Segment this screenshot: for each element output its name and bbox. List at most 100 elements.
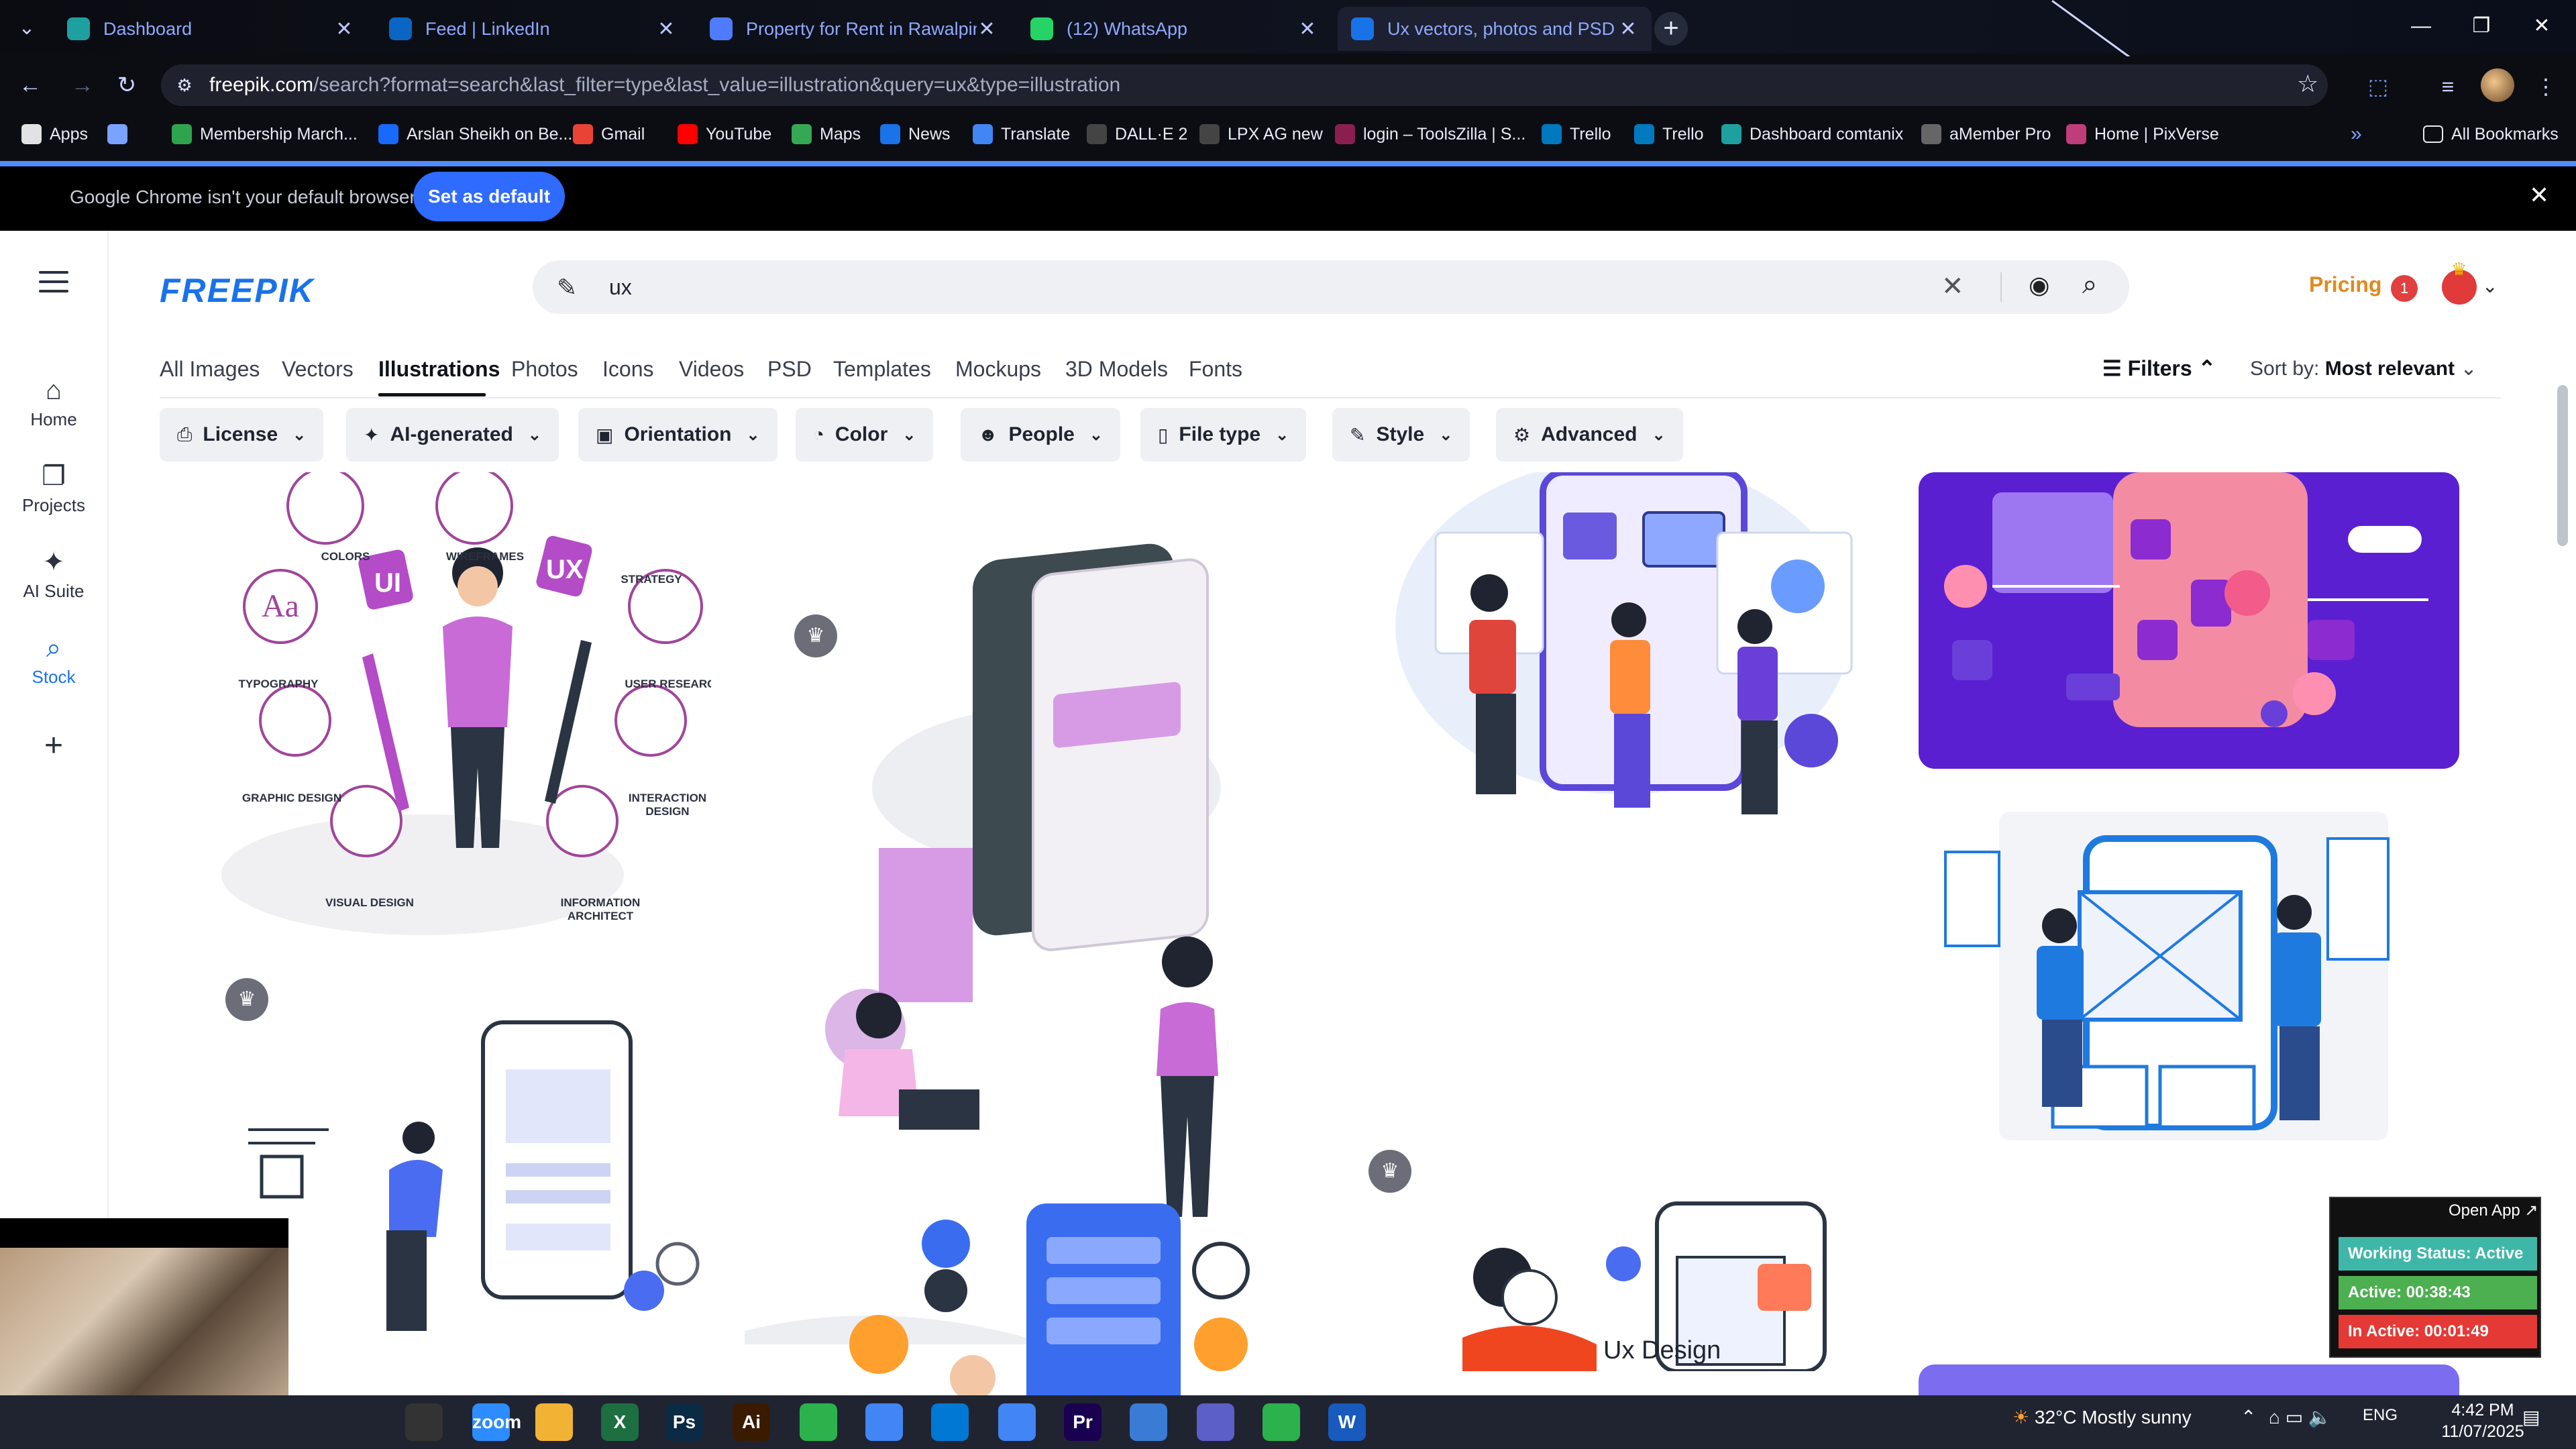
result-image-partial[interactable] [1919,1364,2459,1395]
app-diamond-icon[interactable] [1130,1403,1167,1441]
rail-projects[interactable]: ❐ Projects [0,458,107,516]
bookmark-home-pixverse[interactable]: Home | PixVerse [2066,119,2219,149]
folder-icon[interactable] [535,1403,573,1441]
tab-whatsapp[interactable]: (12) WhatsApp ✕ [1017,7,1331,51]
chrome-menu-icon[interactable]: ⋮ [2529,70,2563,103]
new-tab-button[interactable]: + [1654,12,1688,46]
restore-icon[interactable]: ❐ [2451,9,2512,43]
forward-icon[interactable]: → [66,68,99,102]
tab-videos[interactable]: Videos [679,357,744,382]
bookmark-translate[interactable]: Translate [973,119,1070,149]
close-tab-icon[interactable]: ✕ [1297,17,1318,41]
tray-chevron-icon[interactable]: ⌃ [2241,1406,2256,1428]
filter-advanced[interactable]: ⚙ Advanced ⌄ [1496,408,1683,462]
tab-3d-models[interactable]: 3D Models [1065,357,1168,382]
close-tab-icon[interactable]: ✕ [977,17,997,41]
photoshop-icon[interactable]: Ps [665,1403,703,1441]
bookmark-membership-march[interactable]: Membership March... [172,119,358,149]
language-indicator[interactable]: ENG [2363,1406,2398,1425]
weather-widget[interactable]: ☀ 32°C Mostly sunny [2012,1406,2192,1428]
phone-icon[interactable] [1263,1403,1300,1441]
bookmark-maps[interactable]: Maps [792,119,861,149]
bookmark-dashboard-comtanix[interactable]: Dashboard comtanix [1721,119,1903,149]
premiere-icon[interactable]: Pr [1064,1403,1102,1441]
bookmark-amember-pro[interactable]: aMember Pro [1921,119,2051,149]
rail-home[interactable]: ⌂ Home [0,372,107,430]
close-infobar-icon[interactable]: ✕ [2529,181,2549,209]
tab-icons[interactable]: Icons [602,357,653,382]
search-input[interactable] [609,270,1884,305]
more-bookmarks-icon[interactable]: » [2351,119,2362,149]
set-default-button[interactable]: Set as default [413,172,565,221]
bookmark-youtube[interactable]: YouTube [678,119,771,149]
excel-icon[interactable]: X [601,1403,639,1441]
close-tab-icon[interactable]: ✕ [334,17,354,41]
tab-vectors[interactable]: Vectors [282,357,354,382]
chrome-icon[interactable] [865,1403,903,1441]
search-icon[interactable]: ⌕ [2082,270,2097,300]
tab-all-images[interactable]: All Images [160,357,260,382]
pen-icon[interactable] [278,1403,315,1441]
result-image-purple-app[interactable] [1919,472,2459,769]
bookmark-gmail[interactable]: Gmail [573,119,645,149]
bookmark-login-toolszilla-s[interactable]: login – ToolsZilla | S... [1335,119,1525,149]
bookmark-tab-groups[interactable] [107,119,136,149]
filter-license[interactable]: ⎙ License ⌄ [160,408,324,462]
filter-ai-generated[interactable]: ✦ AI-generated ⌄ [346,408,559,462]
sort-dropdown[interactable]: Sort by: Most relevant ⌄ [2250,357,2477,380]
profile-avatar[interactable] [2481,68,2514,102]
word-icon[interactable]: W [1328,1403,1366,1441]
page-scrollbar[interactable] [2557,385,2568,546]
filter-style[interactable]: ✎ Style ⌄ [1332,408,1470,462]
filter-orientation[interactable]: ▣ Orientation ⌄ [578,408,777,462]
phone-icon[interactable] [800,1403,837,1441]
ai-search-icon[interactable]: ✎ [557,274,577,302]
reload-icon[interactable]: ↻ [110,68,144,102]
camera-search-icon[interactable]: ◉ [2029,271,2049,299]
hamburger-menu-icon[interactable] [39,271,68,292]
bookmark-apps[interactable]: Apps [21,119,88,149]
result-image-team-phone[interactable] [1368,472,1878,835]
vscode-icon[interactable] [931,1403,969,1441]
close-tab-icon[interactable]: ✕ [1618,17,1638,41]
address-bar[interactable]: ⚙ freepik.com/search?format=search&last_… [161,64,2328,106]
tab-mockups[interactable]: Mockups [955,357,1041,382]
bookmark-arslan-sheikh-on-be[interactable]: Arslan Sheikh on Be... [378,119,572,149]
tab-photos[interactable]: Photos [511,357,578,382]
extension-icon[interactable]: ⬚ [2361,70,2395,103]
close-window-icon[interactable]: ✕ [2512,9,2572,43]
result-image-gears-phone[interactable] [778,1190,1261,1395]
minimize-icon[interactable]: — [2391,9,2451,43]
filter-color[interactable]: ◔ Color ⌄ [796,408,934,462]
bookmark-lpx-ag-new[interactable]: LPX AG new [1199,119,1323,149]
all-bookmarks-button[interactable]: All Bookmarks [2423,119,2559,149]
tab-freepik[interactable]: Ux vectors, photos and PSD files✕ [1338,7,1652,51]
notification-badge[interactable]: 1 [2391,275,2418,302]
tab-illustrations[interactable]: Illustrations [378,357,500,382]
rail-ai-suite[interactable]: ✦ AI Suite [0,543,107,602]
tab-dashboard[interactable]: Dashboard ✕ [54,7,368,51]
notifications-icon[interactable]: ▤ [2522,1406,2540,1428]
bookmark-trello[interactable]: Trello [1542,119,1611,149]
pricing-link[interactable]: Pricing [2309,272,2381,297]
tab-search-icon[interactable]: ⌄ [9,12,44,44]
bookmark-star-icon[interactable]: ☆ [2297,70,2318,98]
tab-psd[interactable]: PSD [767,357,812,382]
site-info-icon[interactable]: ⚙ [173,74,196,97]
rail-stock[interactable]: ⌕ Stock [0,629,107,688]
url-text[interactable]: freepik.com/search?format=search&last_fi… [209,74,1120,97]
filters-toggle[interactable]: ☰ Filters ⌃ [2102,356,2216,381]
zoom-icon[interactable]: zoom [472,1403,521,1441]
teams-icon[interactable] [1197,1403,1234,1441]
bookmark-dall-e-2[interactable]: DALL·E 2 [1087,119,1187,149]
close-tab-icon[interactable]: ✕ [656,17,676,41]
filter-people[interactable]: ☻ People ⌄ [961,408,1120,462]
clear-search-icon[interactable]: ✕ [1941,271,1964,302]
chrome-active-icon[interactable] [998,1403,1036,1441]
freepik-logo[interactable]: FREEPIK [160,271,315,310]
rail-add-button[interactable]: + [0,727,107,764]
tab-templates[interactable]: Templates [833,357,931,382]
user-avatar[interactable]: ♛ [2442,259,2477,305]
chevron-down-icon[interactable]: ⌄ [2482,275,2498,297]
clock[interactable]: 4:42 PM 11/07/2025 [2432,1399,2533,1442]
